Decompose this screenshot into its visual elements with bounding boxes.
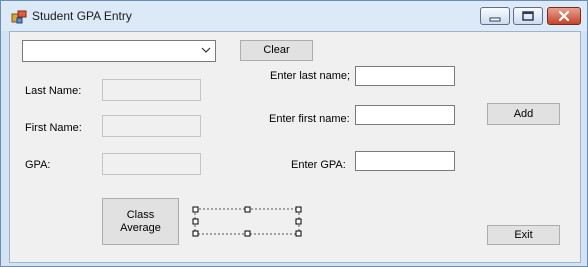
first-name-label: First Name: bbox=[25, 122, 82, 134]
maximize-button[interactable] bbox=[513, 7, 543, 25]
last-name-label: Last Name: bbox=[25, 85, 82, 97]
gpa-display bbox=[102, 153, 201, 175]
selection-handles bbox=[192, 206, 302, 237]
last-name-display bbox=[102, 79, 201, 101]
chevron-down-icon bbox=[201, 47, 211, 53]
enter-last-name-input[interactable] bbox=[355, 66, 455, 86]
app-icon bbox=[11, 10, 27, 24]
form-client-area: Clear Last Name: First Name: GPA: Enter … bbox=[9, 31, 581, 263]
minimize-icon bbox=[489, 17, 501, 22]
exit-button[interactable]: Exit bbox=[487, 225, 560, 245]
gpa-label: GPA: bbox=[25, 159, 51, 171]
clear-button[interactable]: Clear bbox=[240, 40, 313, 61]
window-title: Student GPA Entry bbox=[32, 9, 132, 23]
enter-gpa-label: Enter GPA: bbox=[291, 159, 346, 171]
class-average-button[interactable]: Class Average bbox=[102, 198, 179, 245]
title-bar[interactable]: Student GPA Entry bbox=[1, 1, 587, 31]
student-combo-box[interactable] bbox=[22, 40, 216, 62]
enter-last-name-label: Enter last name; bbox=[270, 70, 351, 82]
minimize-button[interactable] bbox=[480, 7, 510, 25]
maximize-icon bbox=[522, 11, 534, 21]
app-window: Student GPA Entry Clear Last Name: First… bbox=[0, 0, 588, 267]
enter-first-name-label: Enter first name: bbox=[269, 113, 350, 125]
class-average-result-label[interactable] bbox=[192, 206, 303, 238]
close-button[interactable] bbox=[547, 7, 581, 25]
add-button[interactable]: Add bbox=[487, 103, 560, 125]
enter-gpa-input[interactable] bbox=[355, 151, 455, 171]
close-icon bbox=[558, 10, 570, 22]
enter-first-name-input[interactable] bbox=[355, 105, 455, 125]
first-name-display bbox=[102, 115, 201, 137]
